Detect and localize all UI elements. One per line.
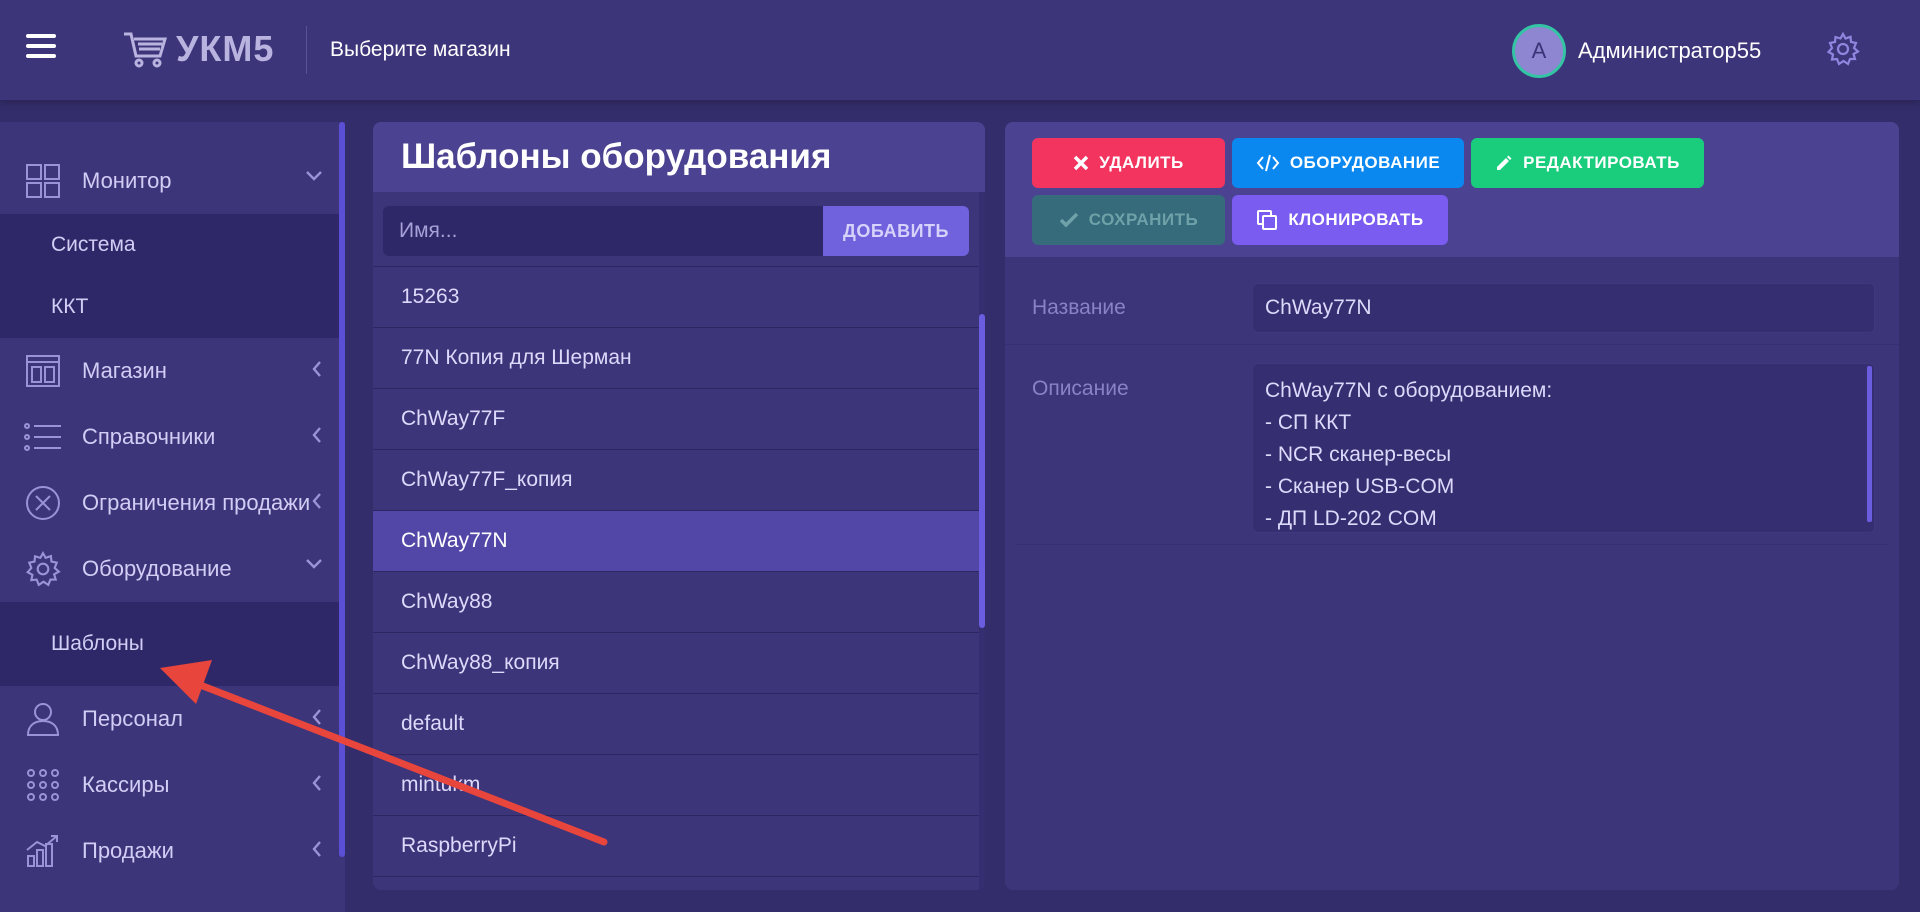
description-label: Описание	[1032, 377, 1129, 400]
list-icon	[24, 418, 62, 456]
description-line: - ДП LD-202 COM	[1265, 507, 1437, 530]
chevron-left-icon	[311, 492, 323, 510]
sidebar-item-label: Продажи	[82, 838, 174, 863]
cart-icon	[122, 30, 168, 68]
pencil-icon	[1495, 154, 1513, 172]
chevron-left-icon	[311, 840, 323, 858]
user-menu[interactable]: A Администратор55	[1512, 24, 1761, 78]
list-item[interactable]: ChWay77F_копия	[373, 449, 979, 510]
sidebar-item-sales[interactable]: Продажи	[0, 818, 345, 884]
logo[interactable]: УКМ5	[122, 28, 274, 70]
description-line: ChWay77N с оборудованием:	[1265, 379, 1553, 402]
list-item-selected[interactable]: ChWay77N	[373, 510, 979, 571]
edit-button-label: РЕДАКТИРОВАТЬ	[1523, 153, 1680, 172]
clone-button[interactable]: КЛОНИРОВАТЬ	[1232, 195, 1448, 245]
sidebar-item-label: Кассиры	[82, 772, 170, 797]
chevron-left-icon	[311, 708, 323, 726]
chevron-left-icon	[311, 360, 323, 378]
gear-icon	[24, 550, 62, 588]
description-field[interactable]: ChWay77N с оборудованием: - СП ККТ - NCR…	[1252, 363, 1875, 533]
template-list: 15263 77N Копия для Шерман ChWay77F ChWa…	[373, 266, 979, 890]
check-icon	[1059, 212, 1079, 228]
name-label: Название	[1032, 296, 1126, 319]
keypad-icon	[24, 766, 62, 804]
sidebar-item-label: Монитор	[82, 168, 172, 193]
sidebar-item-label: Справочники	[82, 424, 216, 449]
sidebar-item-label: Магазин	[82, 358, 167, 383]
list-item[interactable]: ChWay77F	[373, 388, 979, 449]
sidebar-submenu-monitor: Система ККТ	[0, 214, 345, 338]
clone-button-label: КЛОНИРОВАТЬ	[1288, 210, 1424, 229]
description-field-row: Описание ChWay77N с оборудованием: - СП …	[1017, 345, 1887, 545]
save-button[interactable]: СОХРАНИТЬ	[1032, 195, 1225, 245]
list-item-empty	[373, 876, 979, 890]
template-detail-panel: УДАЛИТЬ ОБОРУДОВАНИЕ РЕДАКТИРОВАТЬ СОХРА…	[1005, 122, 1899, 890]
templates-panel: Шаблоны оборудования ДОБАВИТЬ 15263 77N …	[373, 122, 985, 890]
sidebar-item-sales-restrictions[interactable]: Ограничения продажи	[0, 470, 345, 536]
equipment-button-label: ОБОРУДОВАНИЕ	[1289, 153, 1441, 172]
list-item[interactable]: ChWay88_копия	[373, 632, 979, 693]
store-window-icon	[24, 352, 62, 390]
panel-title: Шаблоны оборудования	[373, 122, 985, 192]
sidebar-item-references[interactable]: Справочники	[0, 404, 345, 470]
list-item[interactable]: ChWay88	[373, 571, 979, 632]
description-scrollbar[interactable]	[1867, 366, 1872, 522]
dashboard-icon	[24, 162, 62, 200]
template-add-form: ДОБАВИТЬ	[383, 206, 969, 256]
name-field-row: Название ChWay77N	[1005, 257, 1899, 345]
store-selector[interactable]: Выберите магазин	[330, 38, 511, 62]
sidebar-scrollbar[interactable]	[339, 122, 345, 857]
list-item[interactable]: 15263	[373, 266, 979, 327]
code-icon	[1256, 154, 1280, 172]
avatar: A	[1512, 24, 1566, 78]
description-line: - Сканер USB-COM	[1265, 475, 1455, 498]
sidebar-submenu-equipment: Шаблоны	[0, 602, 345, 686]
description-line: - СП ККТ	[1265, 411, 1352, 434]
delete-button-label: УДАЛИТЬ	[1099, 153, 1184, 172]
sidebar-item-staff[interactable]: Персонал	[0, 686, 345, 752]
list-item[interactable]: default	[373, 693, 979, 754]
menu-icon[interactable]	[26, 34, 56, 60]
header-divider	[306, 26, 307, 74]
edit-button[interactable]: РЕДАКТИРОВАТЬ	[1471, 138, 1704, 188]
copy-icon	[1256, 209, 1278, 231]
sidebar: Монитор Система ККТ Магазин Справочники	[0, 122, 345, 912]
list-item[interactable]: RaspberryPi	[373, 815, 979, 876]
sidebar-item-label: Ограничения продажи	[82, 490, 311, 515]
sidebar-item-label: Оборудование	[82, 556, 232, 581]
sidebar-item-label: Персонал	[82, 706, 183, 731]
save-button-label: СОХРАНИТЬ	[1088, 210, 1199, 229]
chevron-down-icon	[305, 558, 323, 570]
name-field[interactable]: ChWay77N	[1252, 283, 1875, 333]
sidebar-subitem-templates[interactable]: Шаблоны	[0, 602, 345, 686]
list-item[interactable]: 77N Копия для Шерман	[373, 327, 979, 388]
chevron-down-icon	[305, 170, 323, 182]
sidebar-item-store[interactable]: Магазин	[0, 338, 345, 404]
user-name: Администратор55	[1578, 38, 1762, 63]
list-item[interactable]: mintukm	[373, 754, 979, 815]
sidebar-subitem-system[interactable]: Система	[0, 214, 345, 276]
close-circle-icon	[24, 484, 62, 522]
sidebar-subitem-kkt[interactable]: ККТ	[0, 276, 345, 338]
action-toolbar: УДАЛИТЬ ОБОРУДОВАНИЕ РЕДАКТИРОВАТЬ СОХРА…	[1005, 122, 1899, 257]
close-icon	[1073, 155, 1089, 171]
sidebar-item-monitor[interactable]: Монитор	[0, 148, 345, 214]
list-scrollbar-thumb[interactable]	[979, 314, 985, 628]
description-line: - NCR сканер-весы	[1265, 443, 1452, 466]
user-icon	[24, 700, 62, 738]
logo-text: УКМ5	[176, 28, 275, 69]
top-bar: УКМ5 Выберите магазин A Администратор55	[0, 0, 1920, 100]
template-name-input[interactable]	[383, 206, 823, 256]
delete-button[interactable]: УДАЛИТЬ	[1032, 138, 1225, 188]
chevron-left-icon	[311, 426, 323, 444]
sidebar-item-cashiers[interactable]: Кассиры	[0, 752, 345, 818]
sidebar-item-equipment[interactable]: Оборудование	[0, 536, 345, 602]
bar-chart-icon	[24, 832, 62, 870]
chevron-left-icon	[311, 774, 323, 792]
add-template-button[interactable]: ДОБАВИТЬ	[823, 206, 969, 256]
gear-icon[interactable]	[1826, 32, 1860, 66]
equipment-button[interactable]: ОБОРУДОВАНИЕ	[1232, 138, 1464, 188]
